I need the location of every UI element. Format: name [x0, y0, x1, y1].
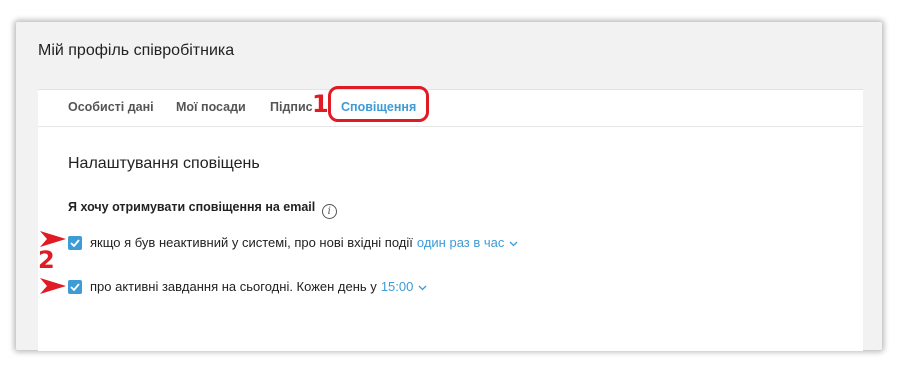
- section-title: Налаштування сповіщень: [68, 155, 260, 172]
- inactive-events-text: якщо я був неактивний у системі, про нов…: [90, 235, 413, 250]
- frequency-dropdown[interactable]: один раз в час: [417, 235, 505, 250]
- option-inactive-events: якщо я був неактивний у системі, про нов…: [68, 235, 518, 250]
- tab-bar: Особисті дані Мої посади Підпис Сповіщен…: [38, 86, 863, 127]
- profile-panel: Мій профіль співробітника Особисті дані …: [16, 22, 882, 351]
- active-tasks-checkbox[interactable]: [68, 279, 82, 294]
- chevron-down-icon[interactable]: [418, 279, 427, 294]
- email-label-text: Я хочу отримувати сповіщення на email: [68, 200, 316, 214]
- page-title: Мій профіль співробітника: [38, 42, 235, 59]
- arrow-annotation-2: [40, 278, 66, 294]
- callout-number-1: 1: [312, 90, 329, 118]
- time-dropdown[interactable]: 15:00: [381, 279, 414, 294]
- info-icon[interactable]: i: [321, 204, 337, 219]
- option-active-tasks: про активні завдання на сьогодні. Кожен …: [68, 279, 427, 294]
- tab-highlight-annotation: [328, 86, 429, 122]
- chevron-down-icon[interactable]: [509, 235, 518, 250]
- profile-card: Особисті дані Мої посади Підпис Сповіщен…: [38, 86, 863, 351]
- callout-number-2: 2: [38, 246, 55, 274]
- check-icon: [70, 282, 80, 291]
- check-icon: [70, 238, 80, 247]
- tab-personal-data[interactable]: Особисті дані: [68, 100, 154, 114]
- tab-signature[interactable]: Підпис: [270, 100, 313, 114]
- inactive-events-checkbox[interactable]: [68, 235, 82, 250]
- tab-my-positions[interactable]: Мої посади: [176, 100, 246, 114]
- email-notifications-label: Я хочу отримувати сповіщення на email i: [68, 200, 337, 219]
- active-tasks-text: про активні завдання на сьогодні. Кожен …: [90, 279, 377, 294]
